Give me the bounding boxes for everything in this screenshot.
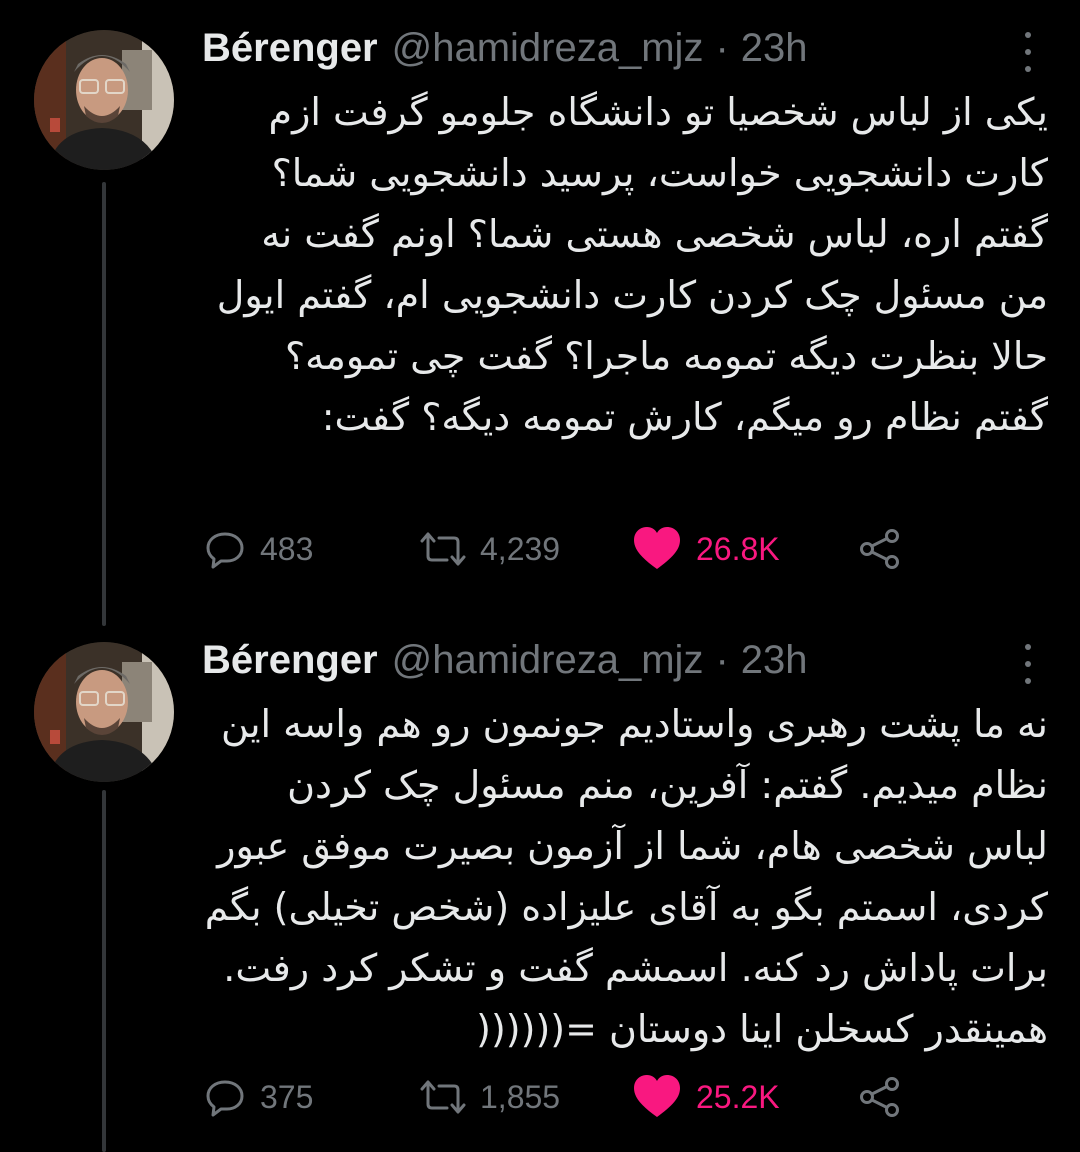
more-dot: [1025, 678, 1031, 684]
retweet-count: 1,855: [480, 1078, 561, 1115]
reply-button[interactable]: 483: [204, 522, 313, 576]
reply-button[interactable]: 375: [204, 1070, 313, 1124]
reply-count: 483: [260, 530, 314, 567]
timestamp[interactable]: 23h: [741, 638, 808, 683]
tweet-text: نه ما پشت رهبری واستادیم جونمون رو هم وا…: [192, 702, 1048, 1051]
reply-icon: [206, 532, 244, 569]
reply-count: 375: [260, 1078, 314, 1115]
heart-icon: [634, 1075, 680, 1117]
author-display-name[interactable]: Bérenger: [202, 26, 378, 71]
tweet-text: یکی از لباس شخصیا تو دانشگاه جلومو گرفت …: [204, 90, 1048, 439]
more-dot: [1025, 49, 1031, 55]
share-icon: [860, 1077, 899, 1117]
tweet-actions: 483 4,239 26.8K: [200, 522, 920, 576]
avatar[interactable]: [34, 30, 174, 170]
like-button[interactable]: 26.8K: [632, 522, 780, 576]
author-handle[interactable]: @hamidreza_mjz: [392, 26, 704, 71]
retweet-button[interactable]: 4,239: [420, 522, 560, 576]
share-button[interactable]: [858, 522, 902, 576]
like-button[interactable]: 25.2K: [632, 1070, 780, 1124]
retweet-icon: [420, 532, 466, 566]
avatar-photo: [34, 30, 174, 170]
like-count: 25.2K: [696, 1078, 780, 1115]
tweet[interactable]: Bérenger @hamidreza_mjz · 23h یکی از لبا…: [0, 0, 1080, 610]
kebab-more-icon[interactable]: [1018, 30, 1038, 74]
retweet-count: 4,239: [480, 530, 561, 567]
tweet-header: Bérenger @hamidreza_mjz · 23h: [202, 20, 808, 76]
avatar-photo: [34, 642, 174, 782]
author-handle[interactable]: @hamidreza_mjz: [392, 638, 704, 683]
more-dot: [1025, 661, 1031, 667]
reply-icon: [206, 1080, 244, 1117]
avatar[interactable]: [34, 642, 174, 782]
separator-dot: ·: [715, 637, 729, 682]
retweet-button[interactable]: 1,855: [420, 1070, 560, 1124]
more-dot: [1025, 66, 1031, 72]
retweet-icon: [420, 1080, 466, 1114]
tweet-header: Bérenger @hamidreza_mjz · 23h: [202, 632, 808, 688]
share-icon: [860, 529, 899, 569]
separator-dot: ·: [715, 25, 729, 70]
share-button[interactable]: [858, 1070, 902, 1124]
kebab-more-icon[interactable]: [1018, 642, 1038, 686]
timestamp[interactable]: 23h: [741, 26, 808, 71]
more-dot: [1025, 32, 1031, 38]
like-count: 26.8K: [696, 530, 780, 567]
author-display-name[interactable]: Bérenger: [202, 638, 378, 683]
heart-icon: [634, 527, 680, 569]
more-dot: [1025, 644, 1031, 650]
tweet-actions: 375 1,855 25.2K: [200, 1070, 920, 1124]
